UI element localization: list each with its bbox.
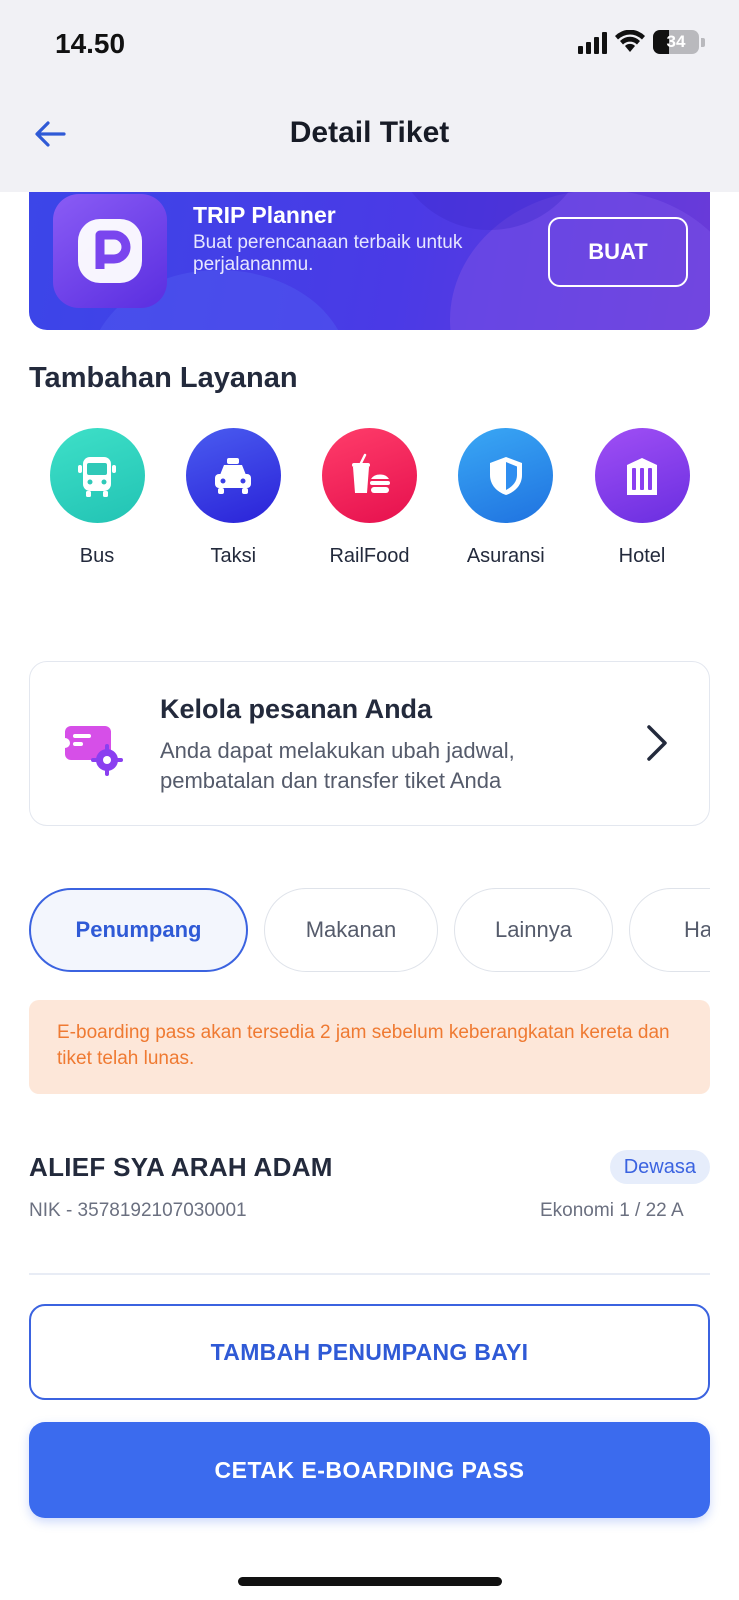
service-hotel[interactable]: Hotel (574, 428, 710, 568)
battery-icon: 34 (653, 30, 699, 54)
page-title: Detail Tiket (289, 116, 450, 149)
service-label: Bus (79, 545, 115, 567)
chevron-right-icon (645, 724, 669, 767)
tab-penumpang[interactable]: Penumpang (29, 888, 248, 972)
service-label: RailFood (329, 545, 410, 567)
status-icons: 34 (578, 30, 705, 54)
service-label: Asuransi (466, 545, 545, 567)
top-bar: 14.50 34 Detail Tiket (0, 0, 739, 192)
service-railfood[interactable]: RailFood (302, 428, 438, 568)
manage-title: Kelola pesanan Anda (160, 694, 433, 724)
home-indicator (238, 1577, 502, 1586)
shield-icon (458, 428, 554, 523)
banner-title: TRIP Planner (193, 202, 336, 228)
ticket-settings-icon (60, 720, 125, 781)
battery-tip (701, 37, 705, 47)
battery-level: 34 (666, 32, 686, 51)
taxi-icon (185, 428, 281, 523)
manage-description: Anda dapat melakukan ubah jadwal, pembat… (160, 738, 515, 793)
service-label: Taksi (210, 545, 257, 567)
tab-bar: Penumpang Makanan Lainnya Harga (29, 888, 710, 972)
hotel-icon (594, 428, 690, 523)
passenger-name: ALIEF SYA ARAH ADAM (29, 1152, 333, 1182)
passenger-type-badge: Dewasa (609, 1150, 710, 1184)
add-infant-passenger-button[interactable]: TAMBAH PENUMPANG BAYI (29, 1304, 710, 1400)
status-time: 14.50 (55, 28, 126, 59)
service-asuransi[interactable]: Asuransi (438, 428, 574, 568)
wifi-icon (615, 30, 645, 52)
tab-makanan[interactable]: Makanan (264, 888, 438, 972)
buat-button[interactable]: BUAT (548, 217, 688, 287)
cellular-signal-icon (578, 30, 607, 54)
section-title-services: Tambahan Layanan (29, 362, 298, 394)
service-bus[interactable]: Bus (29, 428, 165, 568)
food-icon (322, 428, 417, 523)
banner-description: Buat perencanaan terbaik untuk perjalana… (193, 232, 463, 275)
divider (29, 1273, 710, 1275)
service-taxi[interactable]: Taksi (165, 428, 301, 568)
trip-planner-logo-icon (53, 194, 167, 308)
tab-lainnya[interactable]: Lainnya (454, 888, 613, 972)
boarding-pass-notice: E-boarding pass akan tersedia 2 jam sebe… (29, 1000, 710, 1094)
passenger-seat: Ekonomi 1 / 22 A (540, 1200, 684, 1221)
manage-booking-card[interactable]: Kelola pesanan Anda Anda dapat melakukan… (29, 661, 710, 826)
services-list: Bus Taksi RailFood Asuransi Hotel (29, 428, 710, 568)
print-boarding-pass-button[interactable]: CETAK E-BOARDING PASS (29, 1422, 710, 1518)
passenger-nik: NIK - 3578192107030001 (29, 1200, 247, 1221)
tab-harga[interactable]: Harga (629, 888, 710, 972)
service-label: Hotel (618, 545, 666, 567)
bus-icon (49, 428, 145, 523)
